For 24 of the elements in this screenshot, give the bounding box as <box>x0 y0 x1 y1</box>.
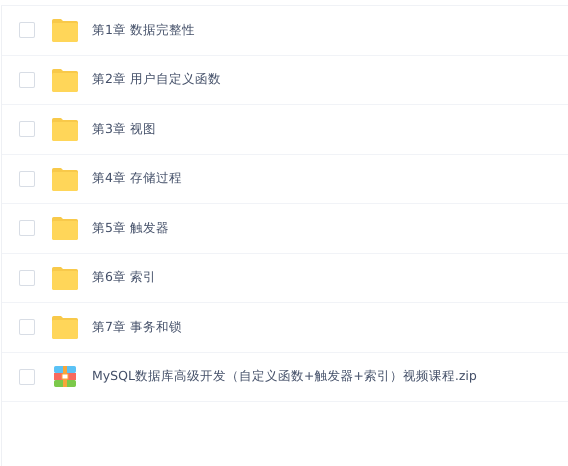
checkbox[interactable] <box>19 72 35 88</box>
file-name[interactable]: 第3章 视图 <box>92 120 156 138</box>
file-name[interactable]: MySQL数据库高级开发（自定义函数+触发器+索引）视频课程.zip <box>92 368 477 386</box>
file-name[interactable]: 第7章 事务和锁 <box>92 318 182 336</box>
archive-icon <box>54 366 76 388</box>
folder-icon <box>51 18 79 42</box>
folder-icon <box>51 68 79 92</box>
file-name[interactable]: 第2章 用户自定义函数 <box>92 71 221 88</box>
checkbox[interactable] <box>19 220 35 236</box>
checkbox[interactable] <box>19 319 35 336</box>
checkbox[interactable] <box>19 170 35 187</box>
file-name[interactable]: 第1章 数据完整性 <box>92 22 195 39</box>
folder-icon <box>51 216 79 240</box>
checkbox[interactable] <box>19 121 35 138</box>
checkbox[interactable] <box>19 270 35 286</box>
folder-icon <box>51 117 79 142</box>
folder-icon <box>51 166 79 191</box>
checkbox[interactable] <box>19 368 35 385</box>
file-name[interactable]: 第5章 触发器 <box>92 220 169 237</box>
checkbox[interactable] <box>19 22 35 38</box>
file-name[interactable]: 第4章 存储过程 <box>92 170 182 188</box>
file-name[interactable]: 第6章 索引 <box>92 269 156 286</box>
folder-icon <box>51 266 79 290</box>
folder-icon <box>51 315 79 340</box>
